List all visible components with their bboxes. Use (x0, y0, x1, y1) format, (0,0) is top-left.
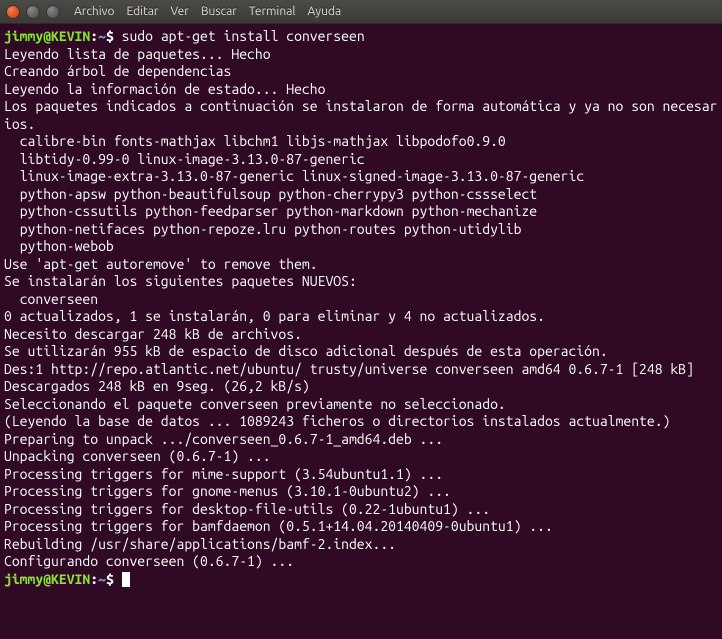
command-text: sudo apt-get install converseen (122, 28, 365, 44)
maximize-icon[interactable] (46, 5, 60, 19)
cursor-block (122, 572, 130, 587)
terminal-viewport[interactable]: jimmy@KEVIN:~$ sudo apt-get install conv… (0, 24, 722, 639)
prompt-path: ~ (98, 571, 106, 587)
prompt-colon: : (90, 28, 98, 44)
prompt-path: ~ (98, 28, 106, 44)
minimize-icon[interactable] (26, 5, 40, 19)
menu-terminal[interactable]: Terminal (249, 5, 296, 18)
menu-buscar[interactable]: Buscar (201, 5, 237, 18)
prompt-userhost: jimmy@KEVIN (4, 571, 90, 587)
window-titlebar: Archivo Editar Ver Buscar Terminal Ayuda (0, 0, 722, 24)
prompt-colon: : (90, 571, 98, 587)
prompt-symbol: $ (106, 28, 114, 44)
prompt-userhost: jimmy@KEVIN (4, 28, 90, 44)
prompt-line-2: jimmy@KEVIN:~$ (4, 571, 122, 587)
menu-ayuda[interactable]: Ayuda (308, 5, 342, 18)
menu-editar[interactable]: Editar (127, 5, 159, 18)
menu-ver[interactable]: Ver (170, 5, 188, 18)
prompt-line-1: jimmy@KEVIN:~$ sudo apt-get install conv… (4, 28, 365, 44)
menubar: Archivo Editar Ver Buscar Terminal Ayuda (74, 5, 341, 18)
terminal-output: Leyendo lista de paquetes... Hecho Crean… (4, 46, 717, 570)
window-controls (6, 5, 60, 19)
menu-archivo[interactable]: Archivo (74, 5, 115, 18)
close-icon[interactable] (6, 5, 20, 19)
prompt-symbol: $ (106, 571, 114, 587)
